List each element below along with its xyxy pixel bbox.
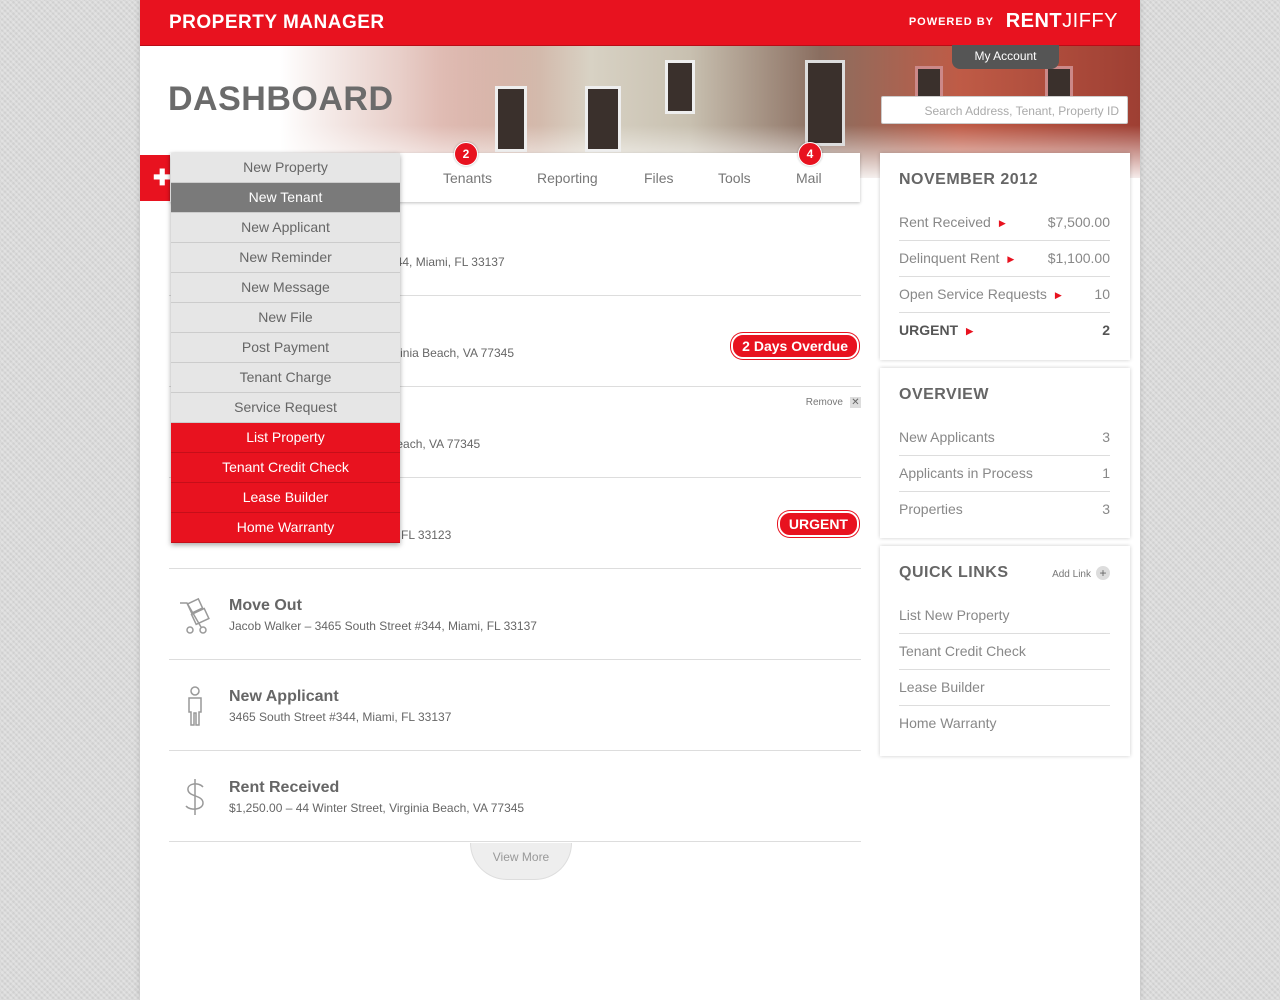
hand-truck-icon [180, 597, 210, 634]
tab-files[interactable]: Files [644, 170, 674, 186]
top-bar: PROPERTY MANAGER POWERED BY RENTJIFFY [140, 0, 1140, 46]
menu-item-new-applicant[interactable]: New Applicant [171, 213, 400, 243]
feed-item[interactable]: New Applicant 3465 South Street #344, Mi… [169, 660, 861, 751]
feed-item[interactable]: Rent Received $1,250.00 – 44 Winter Stre… [169, 751, 861, 842]
tab-tools[interactable]: Tools [718, 170, 751, 186]
menu-item-new-file[interactable]: New File [171, 303, 400, 333]
row-label: Rent Received [899, 214, 991, 230]
menu-item-new-reminder[interactable]: New Reminder [171, 243, 400, 273]
menu-item-new-tenant[interactable]: New Tenant [171, 183, 400, 213]
close-icon[interactable]: ✕ [850, 397, 861, 408]
overview-row-properties[interactable]: Properties 3 [899, 491, 1110, 527]
tab-mail[interactable]: Mail [796, 170, 822, 186]
tab-reporting[interactable]: Reporting [537, 170, 598, 186]
month-summary-card: NOVEMBER 2012 Rent Received ▶ $7,500.00 De… [880, 153, 1130, 360]
brand-logo[interactable]: RENTJIFFY [1006, 10, 1118, 33]
menu-item-tenant-charge[interactable]: Tenant Charge [171, 363, 400, 393]
new-item-menu: New Property New Tenant New Applicant Ne… [171, 153, 400, 543]
search-input[interactable]: Search Address, Tenant, Property ID [881, 96, 1128, 124]
overdue-badge: 2 Days Overdue [731, 333, 859, 359]
month-row-delinquent-rent[interactable]: Delinquent Rent ▶ $1,100.00 [899, 240, 1110, 277]
feed-item-subtitle: Jacob Walker – 3465 South Street #344, M… [229, 619, 537, 633]
quick-links-card: QUICK LINKS Add Link + List New Property … [880, 546, 1130, 756]
view-more-button[interactable]: View More [470, 843, 572, 880]
banner-door [805, 60, 845, 146]
row-value: 10 [1094, 286, 1110, 302]
overview-row-applicants-in-process[interactable]: Applicants in Process 1 [899, 455, 1110, 492]
row-value: 3 [1102, 501, 1110, 517]
month-row-open-service-requests[interactable]: Open Service Requests ▶ 10 [899, 276, 1110, 313]
quick-link-home-warranty[interactable]: Home Warranty [899, 705, 1110, 741]
banner-window [495, 86, 527, 152]
plus-icon: ✚ [153, 165, 172, 190]
urgent-badge: URGENT [777, 511, 859, 537]
menu-item-service-request[interactable]: Service Request [171, 393, 400, 423]
row-label: URGENT [899, 322, 959, 338]
powered-by-label: POWERED BY [908, 16, 994, 28]
feed-item-title: Move Out [229, 597, 302, 614]
feed-item[interactable]: Move Out Jacob Walker – 3465 South Stree… [169, 569, 861, 660]
quick-links-title: QUICK LINKS [899, 564, 1009, 581]
tenants-count-badge: 2 [454, 142, 478, 166]
row-value: 2 [1102, 322, 1110, 338]
app-title[interactable]: PROPERTY MANAGER [169, 12, 385, 34]
page: PROPERTY MANAGER POWERED BY RENTJIFFY DA… [140, 0, 1140, 1000]
plus-circle-icon: + [1096, 566, 1110, 580]
page-title: DASHBOARD [168, 80, 394, 118]
tab-tenants[interactable]: Tenants [443, 170, 492, 186]
quick-link-tenant-credit-check[interactable]: Tenant Credit Check [899, 633, 1110, 670]
feed-item-title: New Applicant [229, 688, 339, 705]
row-label: Properties [899, 501, 963, 517]
add-link-button[interactable]: Add Link + [1052, 566, 1110, 580]
quick-link-lease-builder[interactable]: Lease Builder [899, 669, 1110, 706]
remove-link[interactable]: Remove [806, 397, 843, 408]
quick-link-list-new-property[interactable]: List New Property [899, 597, 1110, 634]
menu-item-home-warranty[interactable]: Home Warranty [171, 513, 400, 543]
row-label: Open Service Requests [899, 286, 1047, 302]
menu-item-post-payment[interactable]: Post Payment [171, 333, 400, 363]
overview-row-new-applicants[interactable]: New Applicants 3 [899, 419, 1110, 456]
person-icon [188, 686, 202, 726]
banner-window [665, 60, 695, 114]
month-card-title: NOVEMBER 2012 [899, 171, 1038, 188]
menu-item-new-message[interactable]: New Message [171, 273, 400, 303]
brand-logo-bold: RENT [1005, 10, 1063, 32]
row-label: Delinquent Rent [899, 250, 1000, 266]
row-value: 1 [1102, 465, 1110, 481]
mail-count-badge: 4 [798, 142, 822, 166]
my-account-button[interactable]: My Account [952, 45, 1059, 69]
menu-item-list-property[interactable]: List Property [171, 423, 400, 453]
menu-item-tenant-credit-check[interactable]: Tenant Credit Check [171, 453, 400, 483]
arrow-right-icon: ▶ [1054, 290, 1062, 301]
row-value: $1,100.00 [1047, 250, 1110, 266]
dollar-icon [185, 779, 204, 815]
feed-item-subtitle: 3465 South Street #344, Miami, FL 33137 [229, 710, 452, 724]
arrow-right-icon: ▶ [966, 326, 974, 337]
row-value: 3 [1102, 429, 1110, 445]
arrow-right-icon: ▶ [998, 218, 1006, 229]
menu-item-lease-builder[interactable]: Lease Builder [171, 483, 400, 513]
month-row-rent-received[interactable]: Rent Received ▶ $7,500.00 [899, 204, 1110, 241]
banner-window [585, 86, 621, 152]
add-link-label: Add Link [1052, 569, 1091, 580]
row-label: Applicants in Process [899, 465, 1033, 481]
feed-item-title: Rent Received [229, 779, 340, 796]
brand-logo-light: JIFFY [1062, 10, 1118, 32]
month-row-urgent[interactable]: URGENT ▶ 2 [899, 312, 1110, 348]
overview-card-title: OVERVIEW [899, 386, 989, 403]
row-label: New Applicants [899, 429, 995, 445]
arrow-right-icon: ▶ [1007, 254, 1015, 265]
menu-item-new-property[interactable]: New Property [171, 153, 400, 183]
row-value: $7,500.00 [1047, 214, 1110, 230]
overview-card: OVERVIEW New Applicants 3 Applicants in P… [880, 368, 1130, 538]
feed-item-subtitle: $1,250.00 – 44 Winter Street, Virginia B… [229, 801, 525, 815]
